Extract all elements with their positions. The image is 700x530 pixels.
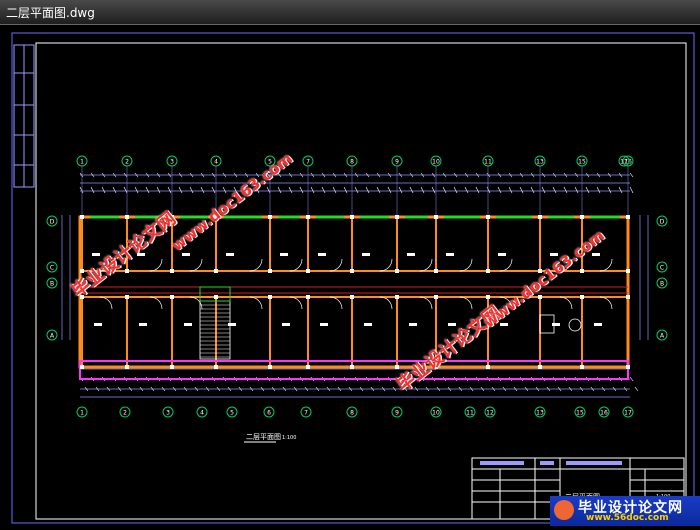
- axis-bubble: 7: [300, 406, 312, 418]
- axis-bubble: 3: [162, 406, 174, 418]
- window-title: 二层平面图.dwg: [6, 6, 95, 20]
- axis-bubble: 10: [430, 406, 442, 418]
- svg-text:4: 4: [200, 410, 204, 417]
- svg-text:D: D: [50, 219, 55, 226]
- axis-bubble: 4: [210, 155, 222, 167]
- binding-strip: [13, 44, 35, 188]
- svg-text:10: 10: [432, 159, 440, 166]
- axis-bubbles-top: 1 2 3 4 5 7 8 9 10 11 13 15 1617: [76, 155, 634, 167]
- logo-icon: [554, 500, 574, 520]
- axis-bubble: 6: [263, 406, 275, 418]
- svg-text:3: 3: [166, 410, 170, 417]
- axis-bubble: D: [656, 215, 668, 227]
- svg-text:9: 9: [395, 410, 399, 417]
- svg-text:3: 3: [170, 159, 174, 166]
- axis-bubbles-bottom: 1 2 3 4 5 6 7 8 9 10 11 12 13 15 16 17: [76, 406, 634, 418]
- site-logo: 毕业设计论文网 www.56doc.com: [550, 496, 700, 526]
- svg-text:1: 1: [80, 410, 84, 417]
- svg-text:C: C: [50, 265, 54, 272]
- axis-bubble: 5: [226, 406, 238, 418]
- svg-text:6: 6: [267, 410, 271, 417]
- svg-text:8: 8: [350, 159, 354, 166]
- axis-bubble: 1: [76, 155, 88, 167]
- svg-text:5: 5: [230, 410, 234, 417]
- axis-bubble: D: [46, 215, 58, 227]
- svg-text:15: 15: [578, 159, 586, 166]
- svg-text:17: 17: [620, 159, 628, 166]
- axis-bubble: 16: [598, 406, 610, 418]
- svg-text:9: 9: [395, 159, 399, 166]
- svg-text:B: B: [50, 281, 54, 288]
- svg-text:13: 13: [536, 159, 544, 166]
- axis-bubble: 12: [484, 406, 496, 418]
- axis-bubble: 9: [391, 155, 403, 167]
- svg-text:1: 1: [80, 159, 84, 166]
- axis-bubble: C: [46, 261, 58, 273]
- axis-bubble: A: [656, 329, 668, 341]
- axis-bubble: 13: [534, 406, 546, 418]
- plan-caption: 二层平面图: [246, 433, 281, 441]
- axis-bubble: 4: [196, 406, 208, 418]
- axis-bubble: 10: [430, 155, 442, 167]
- svg-text:A: A: [50, 333, 55, 340]
- svg-text:11: 11: [484, 159, 492, 166]
- svg-text:7: 7: [306, 159, 310, 166]
- svg-text:15: 15: [576, 410, 584, 417]
- dimension-lines: [61, 166, 649, 398]
- svg-text:7: 7: [304, 410, 308, 417]
- svg-text:B: B: [660, 281, 664, 288]
- axis-bubble: 17: [622, 406, 634, 418]
- plan-scale: 1:100: [282, 435, 296, 441]
- svg-text:10: 10: [432, 410, 440, 417]
- inner-frame: [35, 42, 687, 520]
- svg-text:2: 2: [125, 159, 129, 166]
- svg-text:17: 17: [624, 410, 632, 417]
- logo-url: www.56doc.com: [586, 513, 669, 523]
- axis-bubble: 13: [534, 155, 546, 167]
- axis-bubble: 2: [119, 406, 131, 418]
- axis-bubble: 8: [346, 155, 358, 167]
- axis-bubble: 11: [482, 155, 494, 167]
- svg-text:13: 13: [536, 410, 544, 417]
- axis-bubble: C: [656, 261, 668, 273]
- svg-text:12: 12: [486, 410, 494, 417]
- svg-text:4: 4: [214, 159, 218, 166]
- axis-bubble: 2: [121, 155, 133, 167]
- drawing-canvas[interactable]: 1 2 3 4 5 7 8 9 10 11 13 15 16 17 1 2 3 4 5 6 7 8 9 10 11 12 13 15…: [0, 25, 700, 526]
- outer-frame: [11, 32, 695, 524]
- svg-text:8: 8: [350, 410, 354, 417]
- axis-bubble: 9: [391, 406, 403, 418]
- axis-bubble: 15: [576, 155, 588, 167]
- axis-bubble: 7: [302, 155, 314, 167]
- axis-bubble: B: [656, 277, 668, 289]
- svg-text:C: C: [660, 265, 664, 272]
- axis-bubble: 1: [76, 406, 88, 418]
- axis-bubble: A: [46, 329, 58, 341]
- svg-text:A: A: [660, 333, 665, 340]
- axis-bubble: 3: [166, 155, 178, 167]
- svg-text:2: 2: [123, 410, 127, 417]
- axis-bubble: 8: [346, 406, 358, 418]
- svg-text:11: 11: [466, 410, 474, 417]
- axis-bubble: 15: [574, 406, 586, 418]
- svg-text:D: D: [660, 219, 665, 226]
- svg-text:16: 16: [600, 410, 608, 417]
- window-title-bar: 二层平面图.dwg: [0, 0, 700, 25]
- axis-bubble: 11: [464, 406, 476, 418]
- axis-bubble: B: [46, 277, 58, 289]
